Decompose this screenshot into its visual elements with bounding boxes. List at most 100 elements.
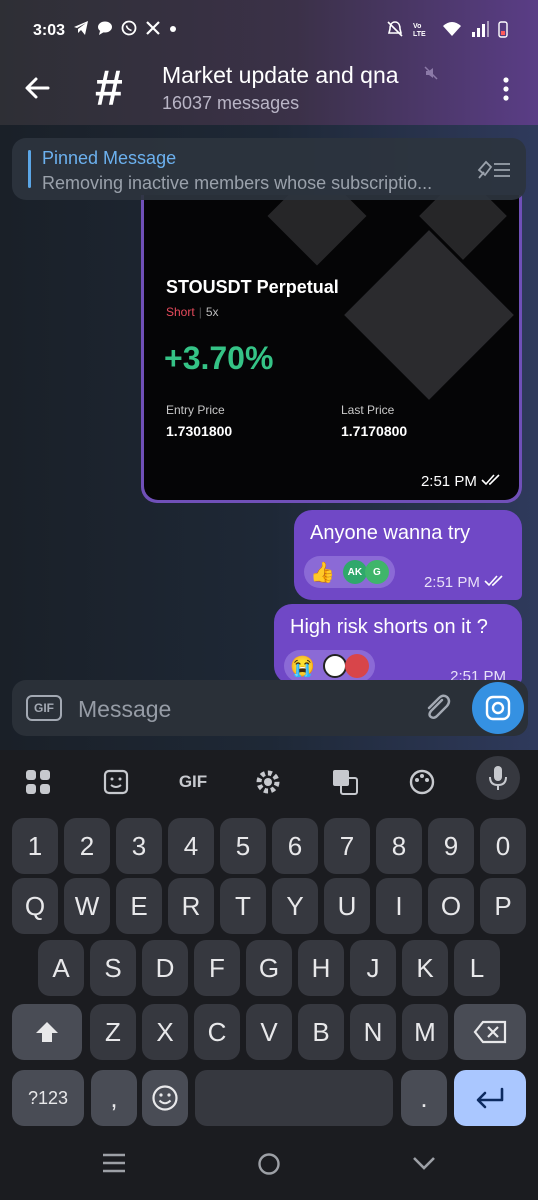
key-s[interactable]: S <box>90 940 136 996</box>
reaction-emoji: 👍 <box>310 561 335 584</box>
message-time: 2:51 PM <box>424 574 506 591</box>
reaction-chip[interactable]: 👍 AK G <box>304 556 395 588</box>
key-r[interactable]: R <box>168 878 214 934</box>
notification-icons <box>73 20 177 36</box>
key-h[interactable]: H <box>298 940 344 996</box>
enter-key[interactable] <box>454 1070 526 1126</box>
palette-icon[interactable] <box>402 762 442 802</box>
message-bubble[interactable]: Anyone wanna try 👍 AK G 2:51 PM <box>294 510 522 600</box>
message-text: High risk shorts on it ? <box>290 616 488 638</box>
key-f[interactable]: F <box>194 940 240 996</box>
key-g[interactable]: G <box>246 940 292 996</box>
message-time: 2:51 PM <box>421 473 503 490</box>
key-7[interactable]: 7 <box>324 818 370 874</box>
status-time: 3:03 <box>33 22 66 39</box>
key-a[interactable]: A <box>38 940 84 996</box>
key-n[interactable]: N <box>350 1004 396 1060</box>
camera-button[interactable] <box>472 682 524 734</box>
attach-icon[interactable] <box>422 692 452 724</box>
key-o[interactable]: O <box>428 878 474 934</box>
key-8[interactable]: 8 <box>376 818 422 874</box>
status-bar: 3:03 Vo LTE <box>0 18 538 46</box>
message-input[interactable] <box>78 694 398 724</box>
mute-bell-icon <box>387 21 403 37</box>
reaction-chip[interactable]: 😭 <box>284 650 375 682</box>
recents-icon[interactable] <box>101 1152 127 1174</box>
key-y[interactable]: Y <box>272 878 318 934</box>
key-1[interactable]: 1 <box>12 818 58 874</box>
svg-text:Vo: Vo <box>413 23 421 30</box>
space-key[interactable] <box>195 1070 393 1126</box>
key-p[interactable]: P <box>480 878 526 934</box>
gif-button[interactable]: GIF <box>26 695 62 721</box>
key-c[interactable]: C <box>194 1004 240 1060</box>
pinned-text: Removing inactive members whose subscrip… <box>42 173 433 193</box>
trade-image-message[interactable]: STOUSDT Perpetual Short | 5x +3.70% Entry … <box>141 195 522 503</box>
logo-shape <box>344 230 514 400</box>
channel-title[interactable]: Market update and qna <box>162 62 399 89</box>
home-icon[interactable] <box>257 1152 281 1176</box>
trade-direction: Short <box>166 305 195 319</box>
message-count: 16037 messages <box>162 93 300 113</box>
key-2[interactable]: 2 <box>64 818 110 874</box>
key-w[interactable]: W <box>64 878 110 934</box>
key-i[interactable]: I <box>376 878 422 934</box>
key-k[interactable]: K <box>402 940 448 996</box>
keyboard-gif-button[interactable]: GIF <box>172 762 214 802</box>
enter-icon <box>476 1087 504 1109</box>
key-z[interactable]: Z <box>90 1004 136 1060</box>
reaction-emoji: 😭 <box>290 655 315 678</box>
last-price-value: 1.7170800 <box>341 423 408 439</box>
apps-grid-icon[interactable] <box>18 762 58 802</box>
key-u[interactable]: U <box>324 878 370 934</box>
trade-leverage: 5x <box>205 305 219 319</box>
settings-gear-icon[interactable] <box>248 762 288 802</box>
key-q[interactable]: Q <box>12 878 58 934</box>
back-arrow-icon[interactable] <box>20 70 56 106</box>
translate-icon[interactable] <box>325 762 365 802</box>
emoji-key[interactable] <box>142 1070 188 1126</box>
key-d[interactable]: D <box>142 940 188 996</box>
svg-text:LTE: LTE <box>413 31 426 38</box>
key-5[interactable]: 5 <box>220 818 266 874</box>
key-6[interactable]: 6 <box>272 818 318 874</box>
key-9[interactable]: 9 <box>428 818 474 874</box>
key-3[interactable]: 3 <box>116 818 162 874</box>
back-nav-icon[interactable] <box>411 1152 437 1174</box>
comma-key[interactable]: , <box>91 1070 137 1126</box>
key-e[interactable]: E <box>116 878 162 934</box>
microphone-icon[interactable] <box>476 756 520 800</box>
trade-side: Short | 5x <box>166 305 219 319</box>
backspace-key[interactable] <box>454 1004 526 1060</box>
trade-card[interactable]: STOUSDT Perpetual Short | 5x +3.70% Entry … <box>144 195 519 500</box>
entry-price-label: Entry Price <box>166 403 225 417</box>
sticker-icon[interactable] <box>96 762 136 802</box>
key-b[interactable]: B <box>298 1004 344 1060</box>
key-4[interactable]: 4 <box>168 818 214 874</box>
system-nav-bar <box>0 1128 538 1200</box>
key-l[interactable]: L <box>454 940 500 996</box>
key-0[interactable]: 0 <box>480 818 526 874</box>
more-menu-icon[interactable] <box>496 74 516 104</box>
backspace-icon <box>473 1020 507 1044</box>
reactor-avatar <box>322 654 347 678</box>
shift-key[interactable] <box>12 1004 82 1060</box>
pinned-label: Pinned Message <box>42 148 177 168</box>
symbols-key[interactable]: ?123 <box>12 1070 84 1126</box>
double-check-icon <box>481 474 500 486</box>
period-key[interactable]: . <box>401 1070 447 1126</box>
key-v[interactable]: V <box>246 1004 292 1060</box>
key-t[interactable]: T <box>220 878 266 934</box>
key-x[interactable]: X <box>142 1004 188 1060</box>
signal-icon <box>472 21 489 37</box>
pinned-indicator <box>28 150 31 188</box>
key-j[interactable]: J <box>350 940 396 996</box>
pin-list-icon[interactable] <box>476 158 512 182</box>
pinned-message-bar[interactable]: Pinned Message Removing inactive members… <box>12 138 526 200</box>
whatsapp-icon <box>121 20 137 36</box>
channel-avatar[interactable]: # <box>95 60 123 116</box>
camera-icon <box>485 695 511 721</box>
reactor-avatar: AK <box>342 560 367 584</box>
message-bubble[interactable]: High risk shorts on it ? 😭 2:51 PM <box>274 604 522 684</box>
key-m[interactable]: M <box>402 1004 448 1060</box>
